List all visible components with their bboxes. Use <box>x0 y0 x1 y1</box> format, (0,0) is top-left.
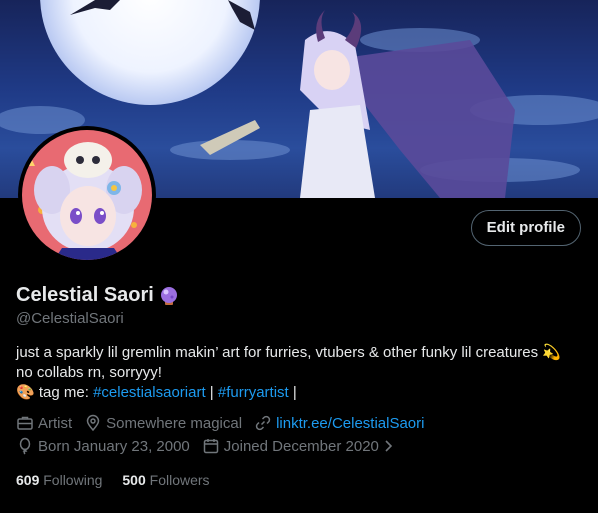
birthday-text: Born January 23, 2000 <box>38 437 190 455</box>
profile-meta-row-1: Artist Somewhere magical linktr.ee/Celes… <box>16 414 436 432</box>
website-link[interactable]: linktr.ee/CelestialSaori <box>276 415 424 432</box>
profile-bio: just a sparkly lil gremlin makin’ art fo… <box>16 343 586 403</box>
profile-meta-row-2: Born January 23, 2000 Joined December 20… <box>16 437 409 455</box>
followers-link[interactable]: 500 Followers <box>122 472 209 488</box>
edit-profile-button[interactable]: Edit profile <box>470 210 581 246</box>
following-link[interactable]: 609 Following <box>16 472 102 488</box>
follow-stats: 609 Following 500 Followers <box>16 472 230 488</box>
occupation-item: Artist <box>16 414 72 432</box>
profile-avatar[interactable] <box>18 126 156 264</box>
occupation-text: Artist <box>38 414 73 432</box>
palette-emoji: 🎨 <box>16 384 35 401</box>
display-name: Celestial Saori <box>16 284 154 306</box>
joined-item[interactable]: Joined December 2020 <box>202 437 397 455</box>
location-text: Somewhere magical <box>106 414 243 432</box>
location-item: Somewhere magical <box>84 414 242 432</box>
bio-line-3: 🎨 tag me: #celestialsaoriart | #furryart… <box>16 383 586 403</box>
dizzy-star-emoji: 💫 <box>542 344 561 361</box>
profile-name-row: Celestial Saori <box>16 284 180 307</box>
bio-separator: | <box>209 384 214 401</box>
following-count: 609 <box>16 472 40 488</box>
bio-line-1: just a sparkly lil gremlin makin’ art fo… <box>16 343 586 363</box>
purple-crystal-ball-icon <box>158 285 180 307</box>
location-pin-icon <box>84 414 106 432</box>
bio-tag-prefix: tag me: <box>38 384 89 401</box>
hashtag-furryartist-link[interactable]: #furryartist <box>218 384 289 401</box>
profile-handle: @CelestialSaori <box>16 310 124 327</box>
hashtag-celestialsaoriart-link[interactable]: #celestialsaoriart <box>93 384 206 401</box>
balloon-icon <box>16 437 38 455</box>
bio-text-1: just a sparkly lil gremlin makin’ art fo… <box>16 344 539 361</box>
bio-line-2: no collabs rn, sorryyy! <box>16 364 162 381</box>
followers-count: 500 <box>122 472 146 488</box>
followers-label: Followers <box>149 472 210 488</box>
avatar-image <box>22 130 152 260</box>
link-icon <box>254 414 276 432</box>
website-item: linktr.ee/CelestialSaori <box>254 414 424 432</box>
chevron-right-icon <box>383 439 397 453</box>
briefcase-icon <box>16 414 38 432</box>
bio-separator: | <box>292 384 297 401</box>
following-label: Following <box>43 472 103 488</box>
birthday-item: Born January 23, 2000 <box>16 437 190 455</box>
joined-text: Joined December 2020 <box>223 437 379 455</box>
calendar-icon <box>202 437 224 455</box>
